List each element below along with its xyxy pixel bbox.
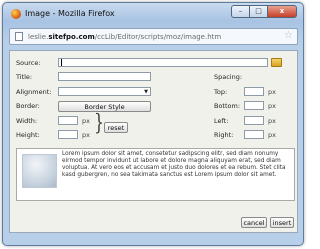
title-bar[interactable]: Image - Mozilla Firefox – □ x bbox=[3, 3, 303, 25]
top-unit: px bbox=[268, 88, 276, 96]
alignment-select[interactable]: ▼ bbox=[58, 87, 151, 96]
cancel-button[interactable]: cancel bbox=[241, 217, 267, 228]
browser-window: Image - Mozilla Firefox – □ x leslie.sit… bbox=[2, 2, 304, 246]
width-label: Width: bbox=[16, 117, 38, 125]
right-label: Right: bbox=[214, 131, 234, 139]
reset-button[interactable]: reset bbox=[104, 122, 128, 133]
bottom-unit: px bbox=[268, 102, 276, 110]
text-cursor bbox=[61, 59, 62, 66]
window-controls: – □ x bbox=[231, 5, 297, 18]
width-input[interactable] bbox=[58, 116, 78, 125]
maximize-button[interactable]: □ bbox=[249, 5, 268, 18]
close-button[interactable]: x bbox=[267, 5, 297, 18]
spacing-label: Spacing: bbox=[214, 73, 243, 81]
window-title: Image - Mozilla Firefox bbox=[25, 9, 115, 18]
address-bar[interactable]: leslie.sitefpo.com/ccLib/Editor/scripts/… bbox=[9, 28, 298, 45]
left-unit: px bbox=[268, 117, 276, 125]
source-label: Source: bbox=[16, 59, 41, 67]
firefox-icon bbox=[11, 9, 21, 19]
height-label: Height: bbox=[16, 131, 40, 139]
left-input[interactable] bbox=[244, 116, 264, 125]
preview-image bbox=[22, 154, 57, 188]
width-unit: px bbox=[82, 117, 90, 125]
image-dialog: Source: Title: Alignment: ▼ Border: Bord… bbox=[9, 50, 298, 233]
chevron-down-icon: ▼ bbox=[144, 89, 148, 95]
image-preview: Lorem ipsum dolor sit amet, consetetur s… bbox=[16, 148, 295, 201]
top-label: Top: bbox=[214, 88, 228, 96]
minimize-button[interactable]: – bbox=[231, 5, 250, 18]
brace-icon: } bbox=[94, 111, 104, 136]
border-style-button[interactable]: Border Style bbox=[58, 101, 151, 112]
border-label: Border: bbox=[16, 102, 40, 110]
insert-button[interactable]: insert bbox=[270, 217, 294, 228]
top-input[interactable] bbox=[244, 87, 264, 96]
right-input[interactable] bbox=[244, 130, 264, 139]
title-input[interactable] bbox=[58, 72, 151, 81]
bookmark-star-icon[interactable]: ☆ bbox=[284, 31, 293, 41]
alignment-label: Alignment: bbox=[16, 88, 52, 96]
source-input[interactable] bbox=[58, 58, 268, 67]
height-input[interactable] bbox=[58, 130, 78, 139]
preview-text: Lorem ipsum dolor sit amet, consetetur s… bbox=[62, 151, 286, 178]
preview-text-block: Lorem ipsum dolor sit amet, consetetur s… bbox=[17, 149, 294, 188]
browse-folder-icon[interactable] bbox=[271, 58, 282, 67]
height-unit: px bbox=[82, 131, 90, 139]
right-unit: px bbox=[268, 131, 276, 139]
page-icon bbox=[15, 32, 23, 41]
url-text: leslie.sitefpo.com/ccLib/Editor/scripts/… bbox=[28, 33, 222, 41]
left-label: Left: bbox=[214, 117, 229, 125]
bottom-label: Bottom: bbox=[214, 102, 241, 110]
title-label: Title: bbox=[16, 73, 33, 81]
bottom-input[interactable] bbox=[244, 101, 264, 110]
